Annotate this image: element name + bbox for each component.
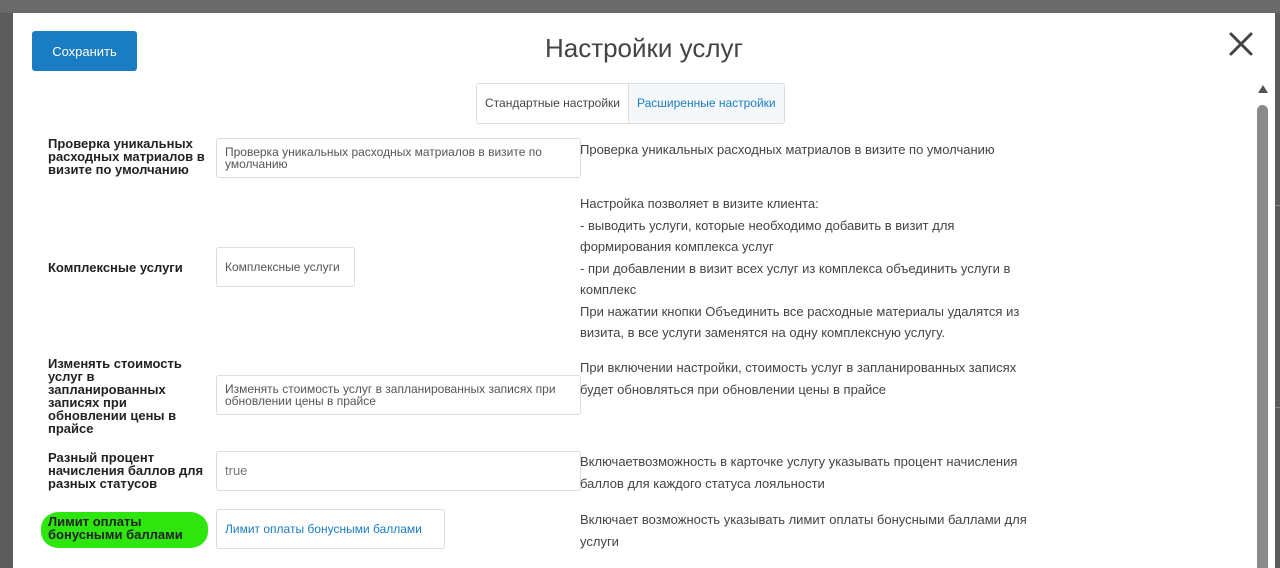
setting-label: Разный процент начисления баллов для раз…: [48, 450, 204, 491]
close-button[interactable]: [1226, 29, 1256, 59]
setting-label: Комплексные услуги: [48, 260, 183, 275]
setting-label: Лимит оплаты бонусными баллами: [48, 514, 183, 542]
setting-field[interactable]: Комплексные услуги: [216, 247, 355, 287]
setting-description-line: будет обновляться при обновлении цены в …: [580, 381, 887, 397]
setting-description-line: баллов для каждого статуса лояльности: [580, 475, 825, 491]
tab-standard-settings[interactable]: Стандартные настройки: [477, 84, 628, 123]
scrollbar-thumb[interactable]: [1257, 105, 1268, 568]
setting-description: Включает возможность указывать лимит опл…: [580, 509, 1070, 552]
setting-description-line: Проверка уникальных расходных матриалов …: [580, 142, 995, 157]
setting-description-line: комплекс: [580, 282, 637, 297]
setting-label: Изменять стоимость услуг в запланированн…: [48, 356, 182, 436]
setting-field[interactable]: true: [216, 451, 581, 491]
setting-description-line: Настройка позволяет в визите клиента:: [580, 196, 819, 211]
setting-field[interactable]: Проверка уникальных расходных матриалов …: [216, 138, 581, 178]
setting-description-line: визита, в все услуги заменятся на одну к…: [580, 325, 945, 340]
scrollbar[interactable]: [1256, 85, 1270, 568]
setting-description-line: Включает возможность указывать лимит опл…: [580, 512, 1027, 527]
setting-field[interactable]: Изменять стоимость услуг в запланированн…: [216, 375, 581, 415]
backdrop: [0, 0, 1280, 13]
background-mark: [1275, 407, 1280, 408]
background-mark: [1275, 205, 1280, 206]
setting-description: Настройка позволяет в визите клиента: - …: [580, 193, 1070, 344]
modal-title: Настройки услуг: [544, 33, 744, 63]
setting-field[interactable]: Лимит оплаты бонусными баллами: [216, 509, 445, 549]
setting-description-line: При нажатии кнопки Объединить все расход…: [580, 303, 1020, 319]
setting-description-line: При включении настройки, стоимость услуг…: [580, 360, 1017, 375]
setting-description: При включении настройки, стоимость услуг…: [580, 357, 1070, 400]
settings-modal: Сохранить Настройки услуг Стандартные на…: [13, 13, 1275, 568]
settings-tabs: Стандартные настройки Расширенные настро…: [476, 83, 785, 124]
scroll-up-arrow-icon[interactable]: [1258, 85, 1268, 93]
setting-description: Проверка уникальных расходных матриалов …: [580, 139, 1070, 161]
setting-description-line: услуги: [580, 533, 619, 549]
setting-description-line: - при добавлении в визит всех услуг из к…: [580, 260, 1011, 276]
setting-description-line: Включаетвозможность в карточке услугу ук…: [580, 454, 1018, 469]
tab-advanced-settings[interactable]: Расширенные настройки: [627, 84, 784, 123]
setting-description: Включаетвозможность в карточке услугу ук…: [580, 451, 1070, 494]
setting-description-line: формирования комплекса услуг: [580, 239, 774, 254]
close-icon: [1229, 32, 1253, 56]
setting-description-line: - выводить услуги, которые необходимо до…: [580, 217, 955, 233]
setting-label: Проверка уникальных расходных матриалов …: [48, 136, 205, 177]
